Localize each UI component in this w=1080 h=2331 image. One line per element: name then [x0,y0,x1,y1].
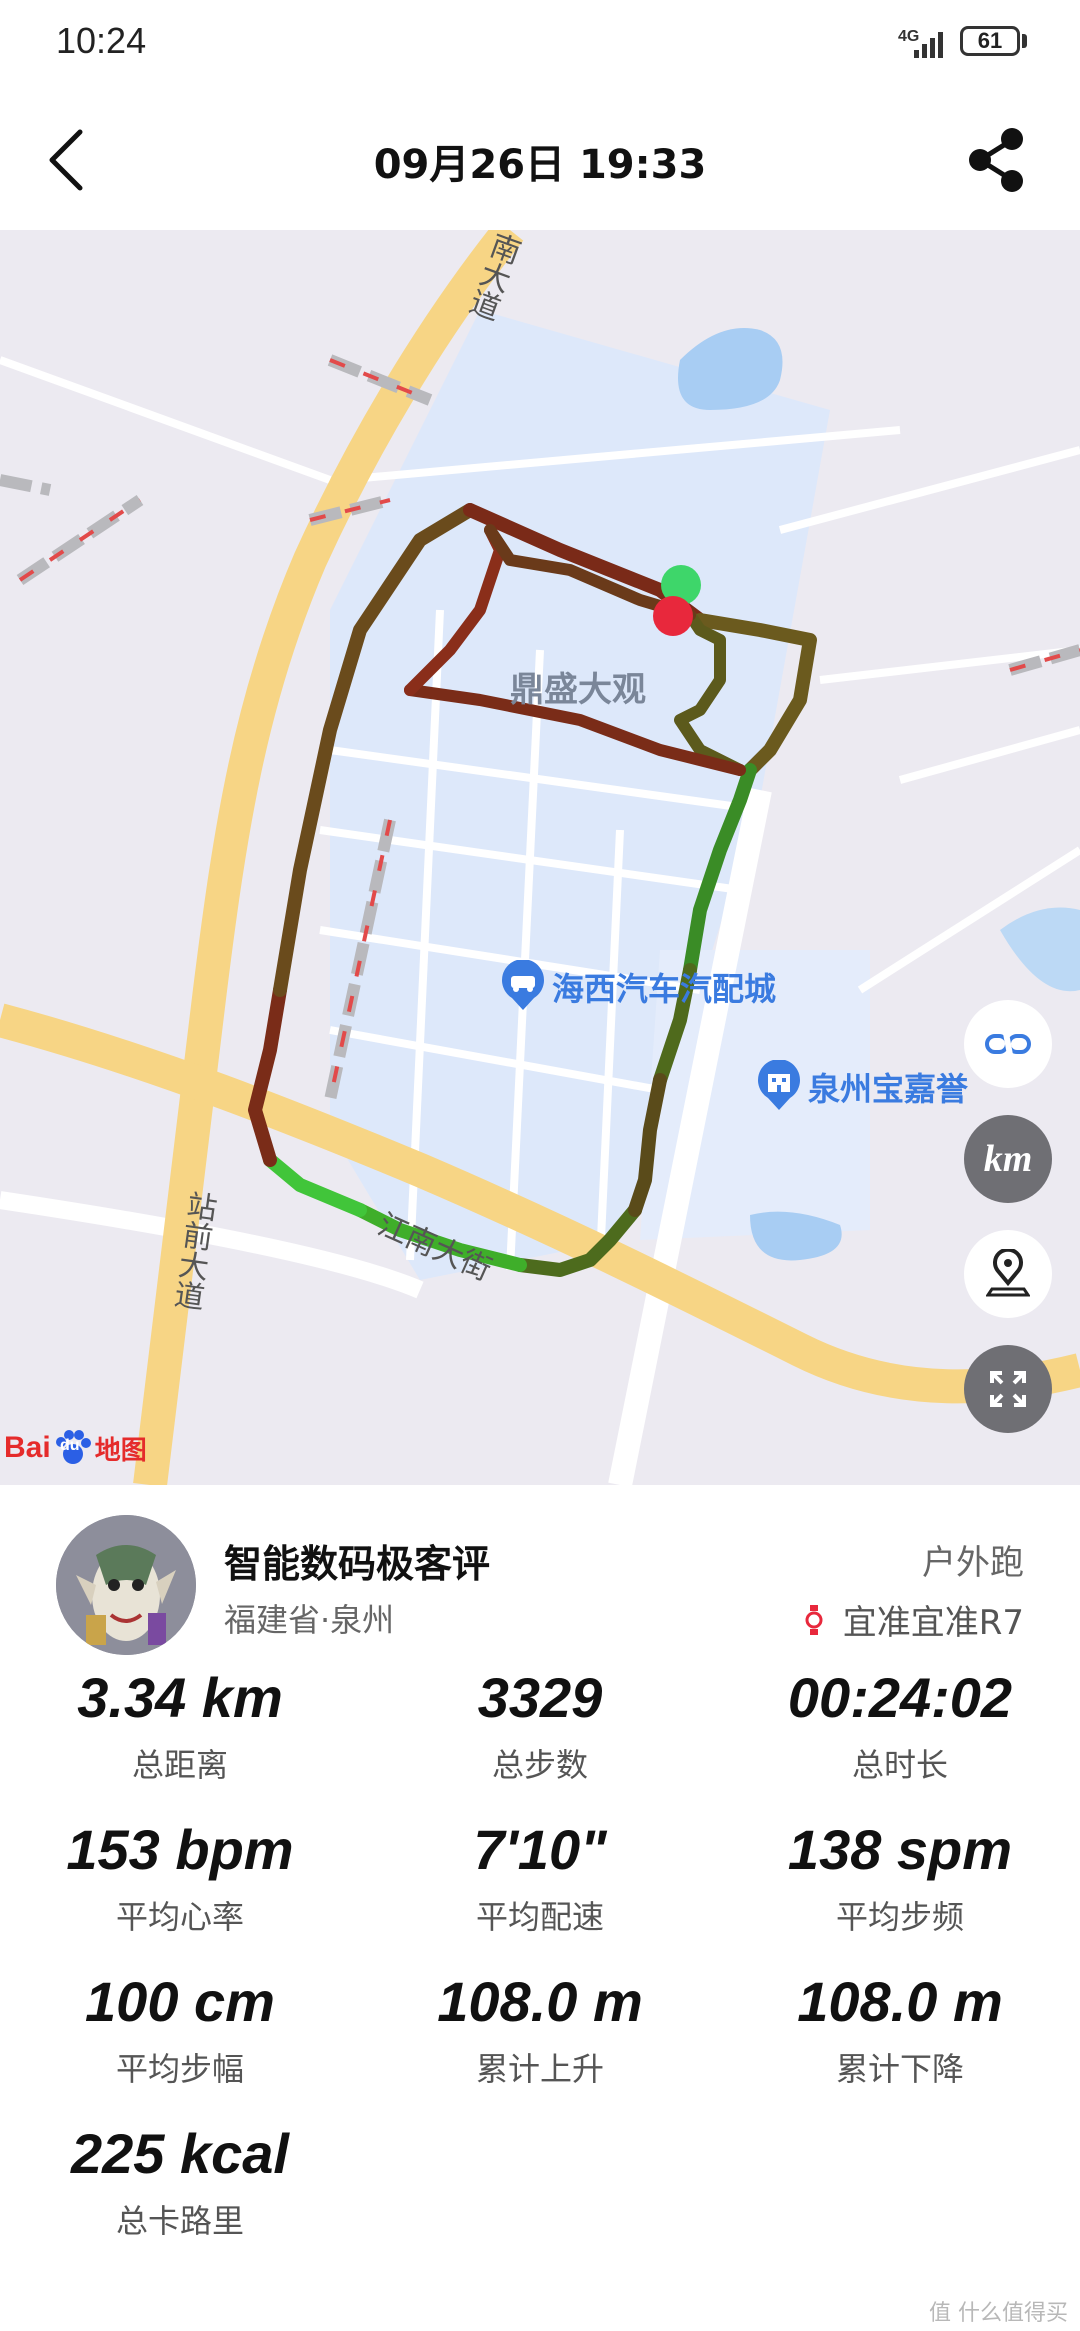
device-name: 宜准宜准R7 [842,1603,1024,1643]
fullscreen-button[interactable] [964,1345,1052,1433]
share-button[interactable] [960,124,1032,196]
stat-cadence: 138 spm 平均步频 [720,1817,1080,1938]
baidu-map-logo: Bai du 地图 [4,1423,147,1473]
stat-heart-rate: 153 bpm 平均心率 [0,1817,360,1938]
back-button[interactable] [30,120,110,200]
stat-value: 7'10" [473,1818,607,1881]
map-water [1000,907,1080,992]
watch-icon [805,1604,823,1635]
building-icon [758,1060,800,1110]
stat-value: 3329 [477,1666,603,1729]
stat-value: 100 cm [85,1970,275,2033]
stat-label: 总距离 [131,1746,228,1784]
stat-descent: 108.0 m 累计下降 [720,1969,1080,2090]
stat-label: 总卡路里 [115,2202,244,2240]
status-time: 10:24 [56,20,147,61]
stat-value: 138 spm [787,1818,1013,1881]
poi-label-auto-parts[interactable]: 海西汽车汽配城 [552,964,776,1010]
stat-value: 108.0 m [797,1970,1003,2033]
device-info: 宜准宜准R7 [803,1595,1024,1644]
km-toggle-button[interactable]: km [964,1115,1052,1203]
area-label: 鼎盛大观 [510,670,646,710]
avatar[interactable] [56,1515,196,1655]
stat-label: 平均步幅 [115,2050,244,2088]
stat-value: 108.0 m [437,1970,643,2033]
stat-label: 累计上升 [475,2050,604,2088]
map-canvas [0,230,1080,1485]
logo-ditu: 地图 [94,1435,147,1466]
location-pin-icon [986,1249,1030,1297]
stat-label: 累计下降 [835,2050,964,2088]
stat-label: 总时长 [851,1746,948,1784]
stat-value: 00:24:02 [787,1666,1013,1729]
page-title: 09月26日 19:33 [373,142,707,188]
stat-duration: 00:24:02 总时长 [720,1665,1080,1786]
link-button[interactable] [964,1000,1052,1088]
fullscreen-icon [990,1371,1026,1407]
status-bar: 10:24 4G 61 [0,0,1080,90]
stat-value: 3.34 km [77,1666,283,1729]
stat-label: 平均步频 [835,1898,964,1936]
logo-bai: Bai [4,1431,51,1464]
stat-stride: 100 cm 平均步幅 [0,1969,360,2090]
top-bar: 09月26日 19:33 [0,90,1080,230]
location-button[interactable] [964,1230,1052,1318]
user-name[interactable]: 智能数码极客评 [224,1533,490,1588]
stat-steps: 3329 总步数 [360,1665,720,1786]
user-location: 福建省·泉州 [224,1601,395,1639]
stat-distance: 3.34 km 总距离 [0,1665,360,1786]
logo-du: du [60,1437,80,1454]
signal-icon [914,32,943,58]
battery-tip [1022,34,1027,48]
activity-type: 户外跑 [922,1543,1024,1583]
km-label: km [983,1138,1033,1180]
stat-label: 平均配速 [475,1898,604,1936]
watermark: 值 什么值得买 [929,2301,1068,2326]
stat-value: 225 kcal [71,2122,289,2185]
activity-summary: 智能数码极客评 福建省·泉州 户外跑 宜准宜准R7 3.34 km 总距离 33… [0,1485,1080,2331]
stat-calories: 225 kcal 总卡路里 [0,2121,360,2242]
route-end-marker [653,596,693,636]
car-icon [502,960,544,1010]
stat-value: 153 bpm [66,1818,294,1881]
poi-label-baojia[interactable]: 泉州宝嘉誉 [808,1064,968,1110]
stat-pace: 7'10" 平均配速 [360,1817,720,1938]
avatar-illustration [56,1515,196,1655]
stat-label: 总步数 [491,1746,588,1784]
stat-label: 平均心率 [115,1898,244,1936]
stat-ascent: 108.0 m 累计上升 [360,1969,720,2090]
battery-icon: 61 [960,26,1020,56]
link-icon [985,1027,1031,1061]
route-map[interactable]: 鼎盛大观 南大道 站前大道 江南大街 海西汽车汽配城 泉州宝嘉誉 km Bai … [0,230,1080,1485]
